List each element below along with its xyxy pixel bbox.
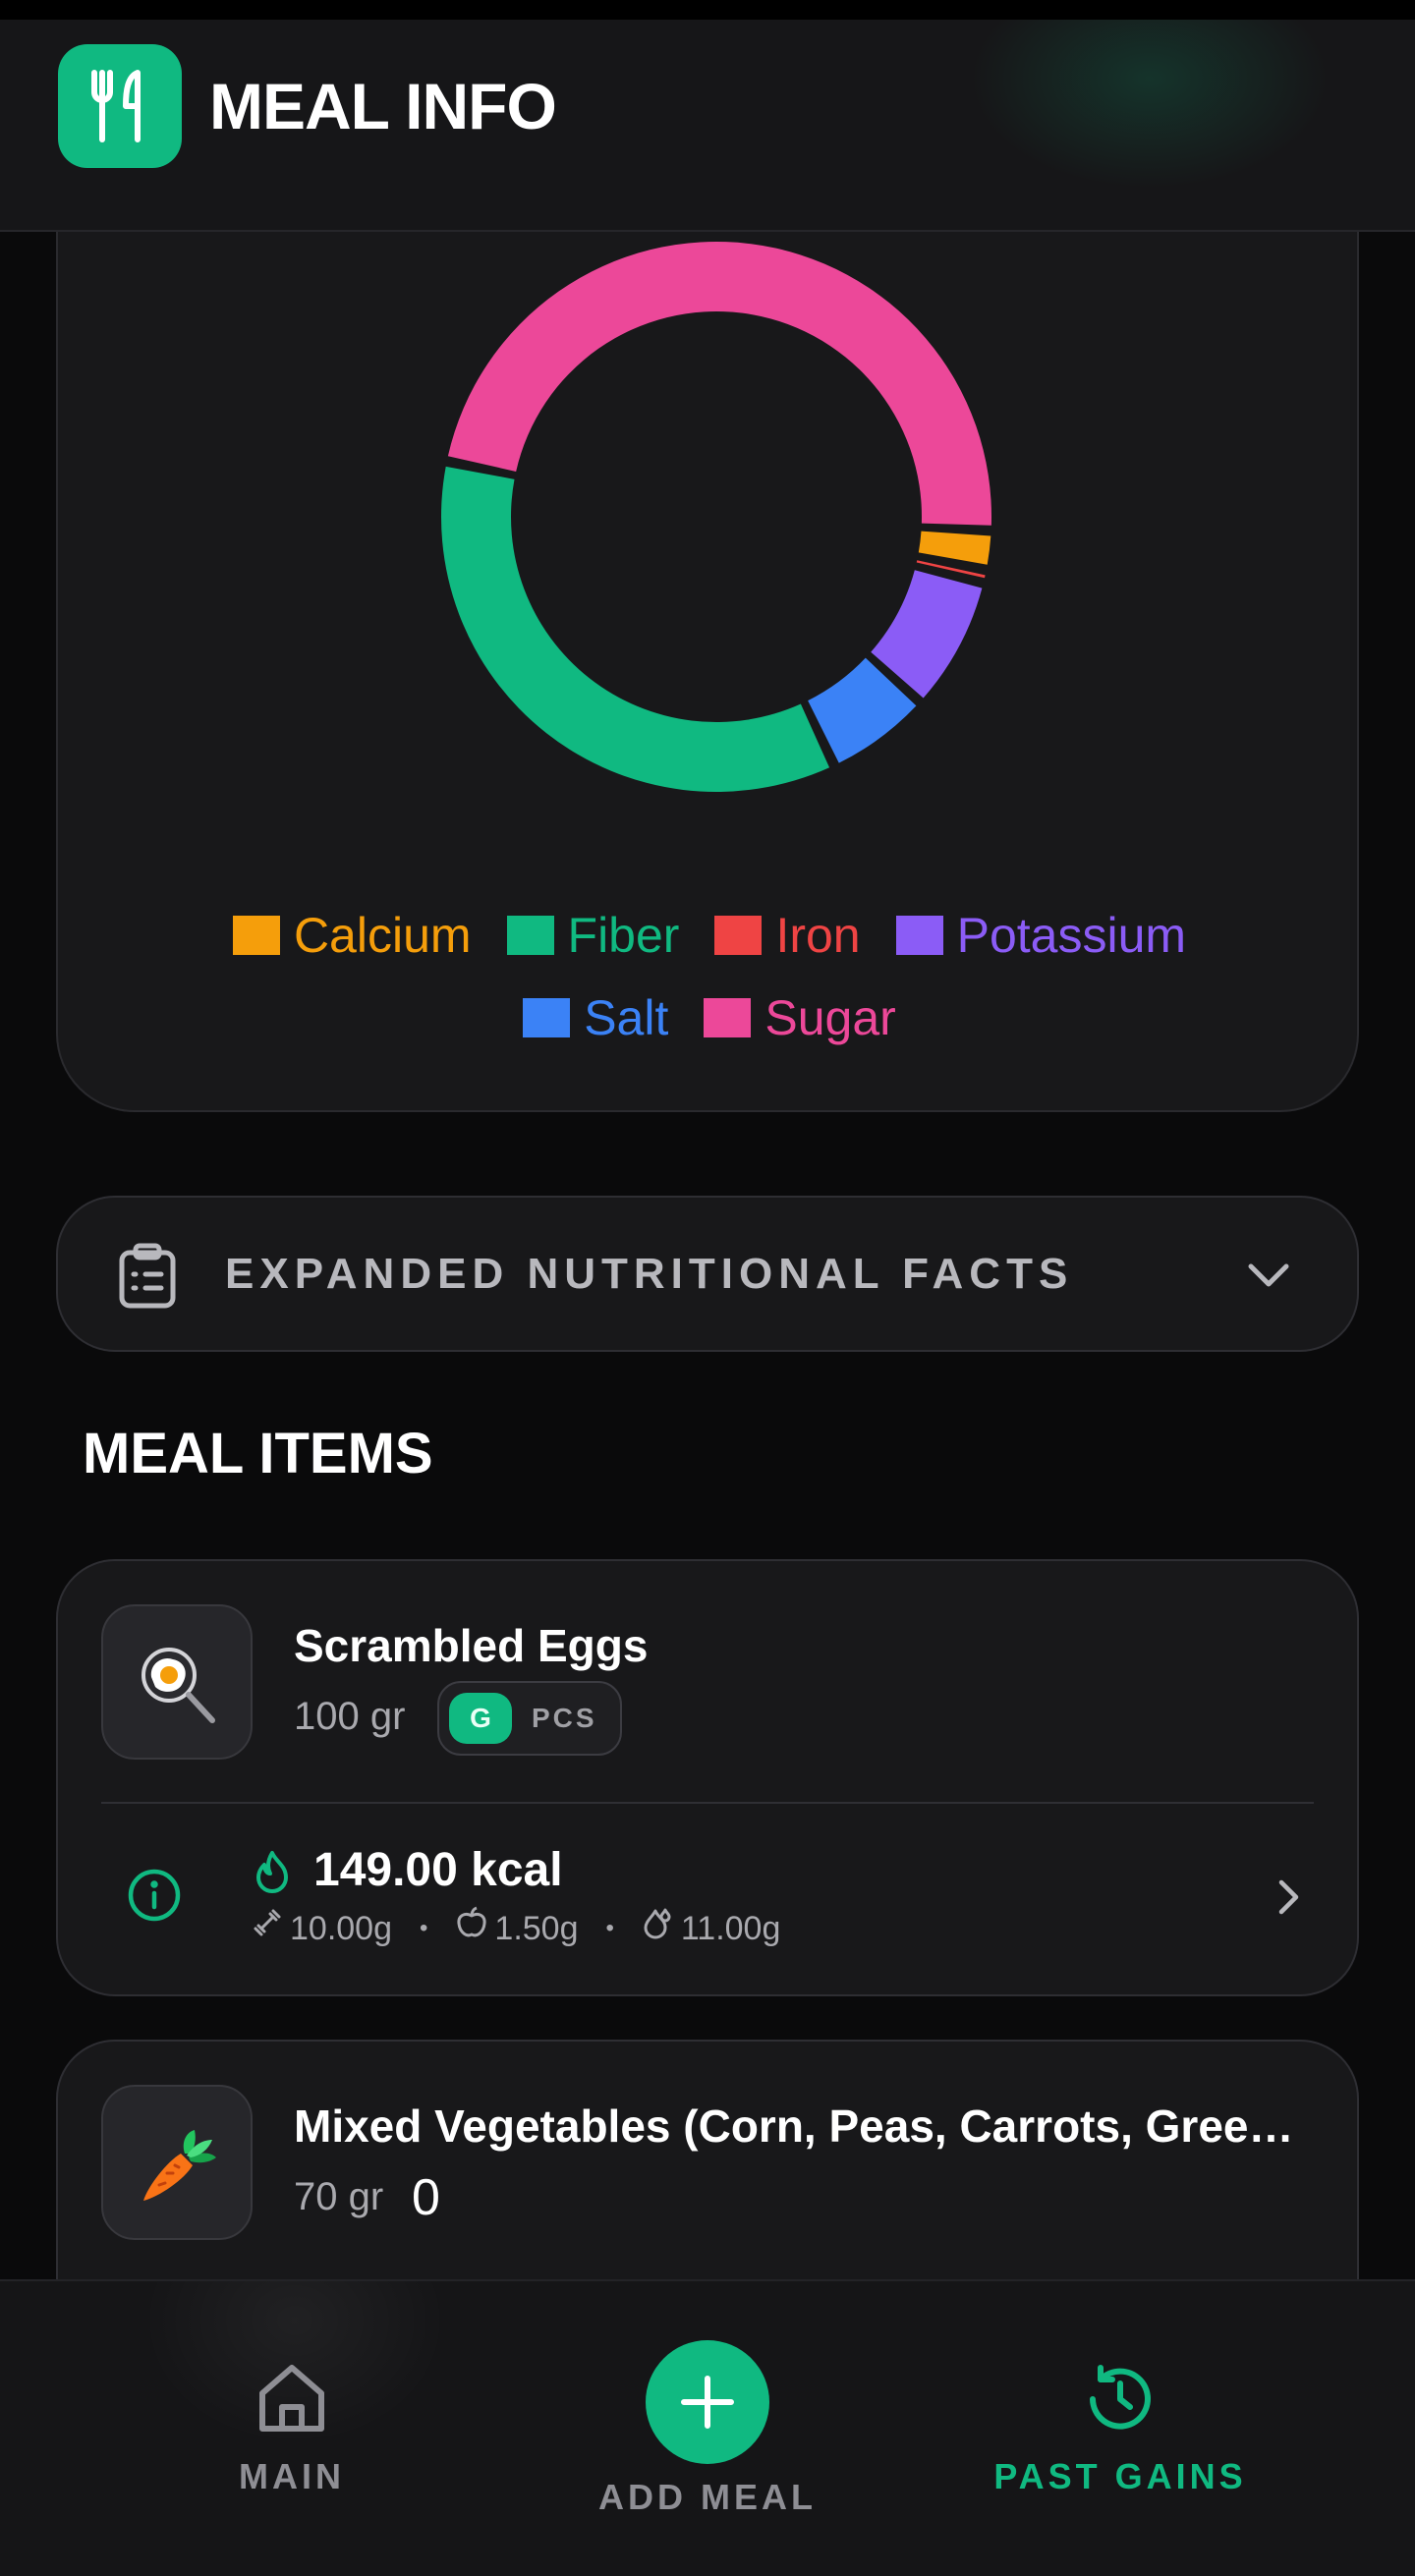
legend-swatch [704, 998, 752, 1037]
fried-egg-icon [101, 1604, 253, 1760]
clipboard-list-icon [117, 1243, 178, 1315]
nav-label-past-gains: PAST GAINS [993, 2456, 1247, 2496]
carrot-icon [101, 2085, 253, 2240]
legend-label: Calcium [293, 908, 472, 963]
history-icon [1081, 2365, 1160, 2442]
droplet-icon [642, 1905, 675, 1952]
info-icon[interactable] [127, 1868, 182, 1928]
nav-item-main[interactable]: MAIN [144, 2360, 439, 2500]
expanded-nutritional-facts-toggle[interactable]: EXPANDED NUTRITIONAL FACTS [56, 1196, 1359, 1352]
fork-knife-icon [58, 44, 182, 168]
add-meal-button[interactable] [646, 2340, 769, 2464]
meal-item-name: Mixed Vegetables (Corn, Peas, Carrots, G… [294, 2100, 1316, 2152]
legend-item-sugar: Sugar [704, 977, 896, 1059]
calories-value: 149.00 kcal [313, 1844, 563, 1896]
donut-slice-calcium [918, 531, 991, 565]
legend-item-salt: Salt [523, 977, 668, 1059]
protein-value: 10.00g [290, 1910, 392, 1947]
legend-label: Fiber [567, 908, 680, 963]
legend-row: Calcium Fiber Iron Potassium [58, 894, 1361, 977]
quantity-value[interactable]: 0 [412, 2163, 440, 2232]
legend-swatch [895, 916, 943, 955]
divider [101, 1802, 1314, 1804]
nav-item-add-meal[interactable]: ADD MEAL [560, 2340, 855, 2521]
fat-value: 11.00g [680, 1910, 781, 1947]
facts-label: EXPANDED NUTRITIONAL FACTS [225, 1250, 1074, 1298]
unit-option-pieces[interactable]: PCS [532, 1693, 597, 1744]
legend-item-iron: Iron [714, 894, 861, 977]
legend-swatch [714, 916, 763, 955]
apple-icon [455, 1905, 488, 1952]
separator-dot: • [420, 1915, 428, 1941]
legend-item-calcium: Calcium [232, 894, 472, 977]
bottom-navigation: MAIN ADD MEAL PAST GAINS [0, 2279, 1415, 2576]
carbs-value: 1.50g [494, 1910, 579, 1947]
legend-row: Salt Sugar [58, 977, 1361, 1059]
page-title: MEAL INFO [209, 70, 557, 142]
legend-label: Salt [584, 990, 669, 1045]
flame-icon [253, 1850, 292, 1898]
dumbbell-icon [251, 1905, 284, 1952]
legend-label: Potassium [956, 908, 1187, 963]
home-icon [253, 2365, 331, 2442]
legend-swatch [232, 916, 280, 955]
status-bar [0, 0, 1415, 20]
legend-item-fiber: Fiber [506, 894, 680, 977]
app-header: MEAL INFO [0, 20, 1415, 232]
meal-item-card[interactable]: Scrambled Eggs 100 gr G PCS 149.00 kcal … [56, 1559, 1359, 1996]
chart-legend: Calcium Fiber Iron Potassium Salt Sugar [58, 894, 1361, 1059]
unit-toggle[interactable]: G PCS [437, 1681, 622, 1756]
nutrient-donut-chart [441, 242, 991, 792]
legend-label: Sugar [764, 990, 896, 1045]
legend-label: Iron [775, 908, 861, 963]
separator-dot: • [605, 1915, 614, 1941]
nav-label-add-meal: ADD MEAL [598, 2477, 817, 2517]
meal-items-heading: MEAL ITEMS [83, 1422, 433, 1485]
nav-label-main: MAIN [239, 2456, 345, 2496]
legend-item-potassium: Potassium [895, 894, 1187, 977]
legend-swatch [523, 998, 571, 1037]
meal-item-amount: 100 gr [294, 1695, 406, 1738]
meal-item-name: Scrambled Eggs [294, 1620, 649, 1671]
donut-slice-sugar [447, 242, 991, 526]
meal-item-amount: 70 gr [294, 2175, 384, 2218]
chevron-right-icon[interactable] [1269, 1874, 1308, 1926]
unit-option-grams[interactable]: G [449, 1693, 512, 1744]
macro-summary: 10.00g • 1.50g • 11.00g [251, 1905, 780, 1952]
chevron-down-icon[interactable] [1245, 1253, 1292, 1305]
legend-swatch [506, 916, 554, 955]
nutrient-chart-card: Calcium Fiber Iron Potassium Salt Sugar [56, 147, 1359, 1112]
nav-item-past-gains[interactable]: PAST GAINS [973, 2360, 1268, 2500]
donut-slice-fiber [441, 466, 830, 792]
